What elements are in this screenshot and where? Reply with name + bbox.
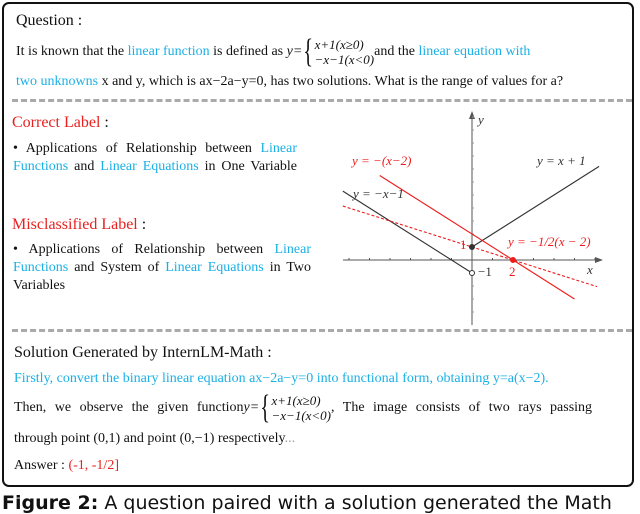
tick-label-1: 1 [460,237,467,252]
text: Then, we observe the given function [14,400,244,415]
y-eq: y= [243,400,260,415]
solution-heading: Solution Generated by InternLM-Math : [14,344,272,361]
ellipsis: ... [284,431,296,446]
case-1: x+1(x≥0) [271,393,321,408]
line-label: y = −(x−2) [350,153,412,168]
solution-line-3: through point (0,1) and point (0,−1) res… [14,430,295,448]
answer-label: Answer : [14,458,69,473]
text: through point (0,1) and point (0,−1) res… [14,431,285,446]
x-axis-arrow [595,257,603,263]
caption-label: Figure 2: [2,492,99,514]
graph-line [342,190,473,274]
y-axis-label: y [476,112,484,127]
answer: Answer : (-1, -1/2] [14,457,119,475]
line-label: y = x + 1 [535,153,586,168]
solution-line-1: Firstly, convert the binary linear equat… [14,371,549,386]
text: , The image consists of two rays passing [331,400,593,415]
graph-point [469,270,475,276]
graph-point [469,244,475,250]
y-axis-arrow [469,111,475,119]
answer-value: (-1, -1/2] [68,458,119,473]
piecewise-function: y={x+1(x≥0) −x−1(x<0) [244,391,332,425]
caption-text: A question paired with a solution genera… [98,492,612,514]
solution-line-2: Then, we observe the given function y={x… [14,391,612,425]
tick-label-2: 2 [509,264,516,279]
line-label: y = −x−1 [351,186,404,201]
x-axis-label: x [586,262,593,277]
case-2: −x−1(x<0) [271,408,332,423]
dashed-divider [12,329,632,332]
brace: { [260,389,271,426]
tick-label-minus-1: −1 [478,264,492,279]
graph-point [510,257,516,263]
figure-caption: Figure 2: A question paired with a solut… [2,492,612,514]
line-label: y = −1/2(x − 2) [506,234,591,249]
